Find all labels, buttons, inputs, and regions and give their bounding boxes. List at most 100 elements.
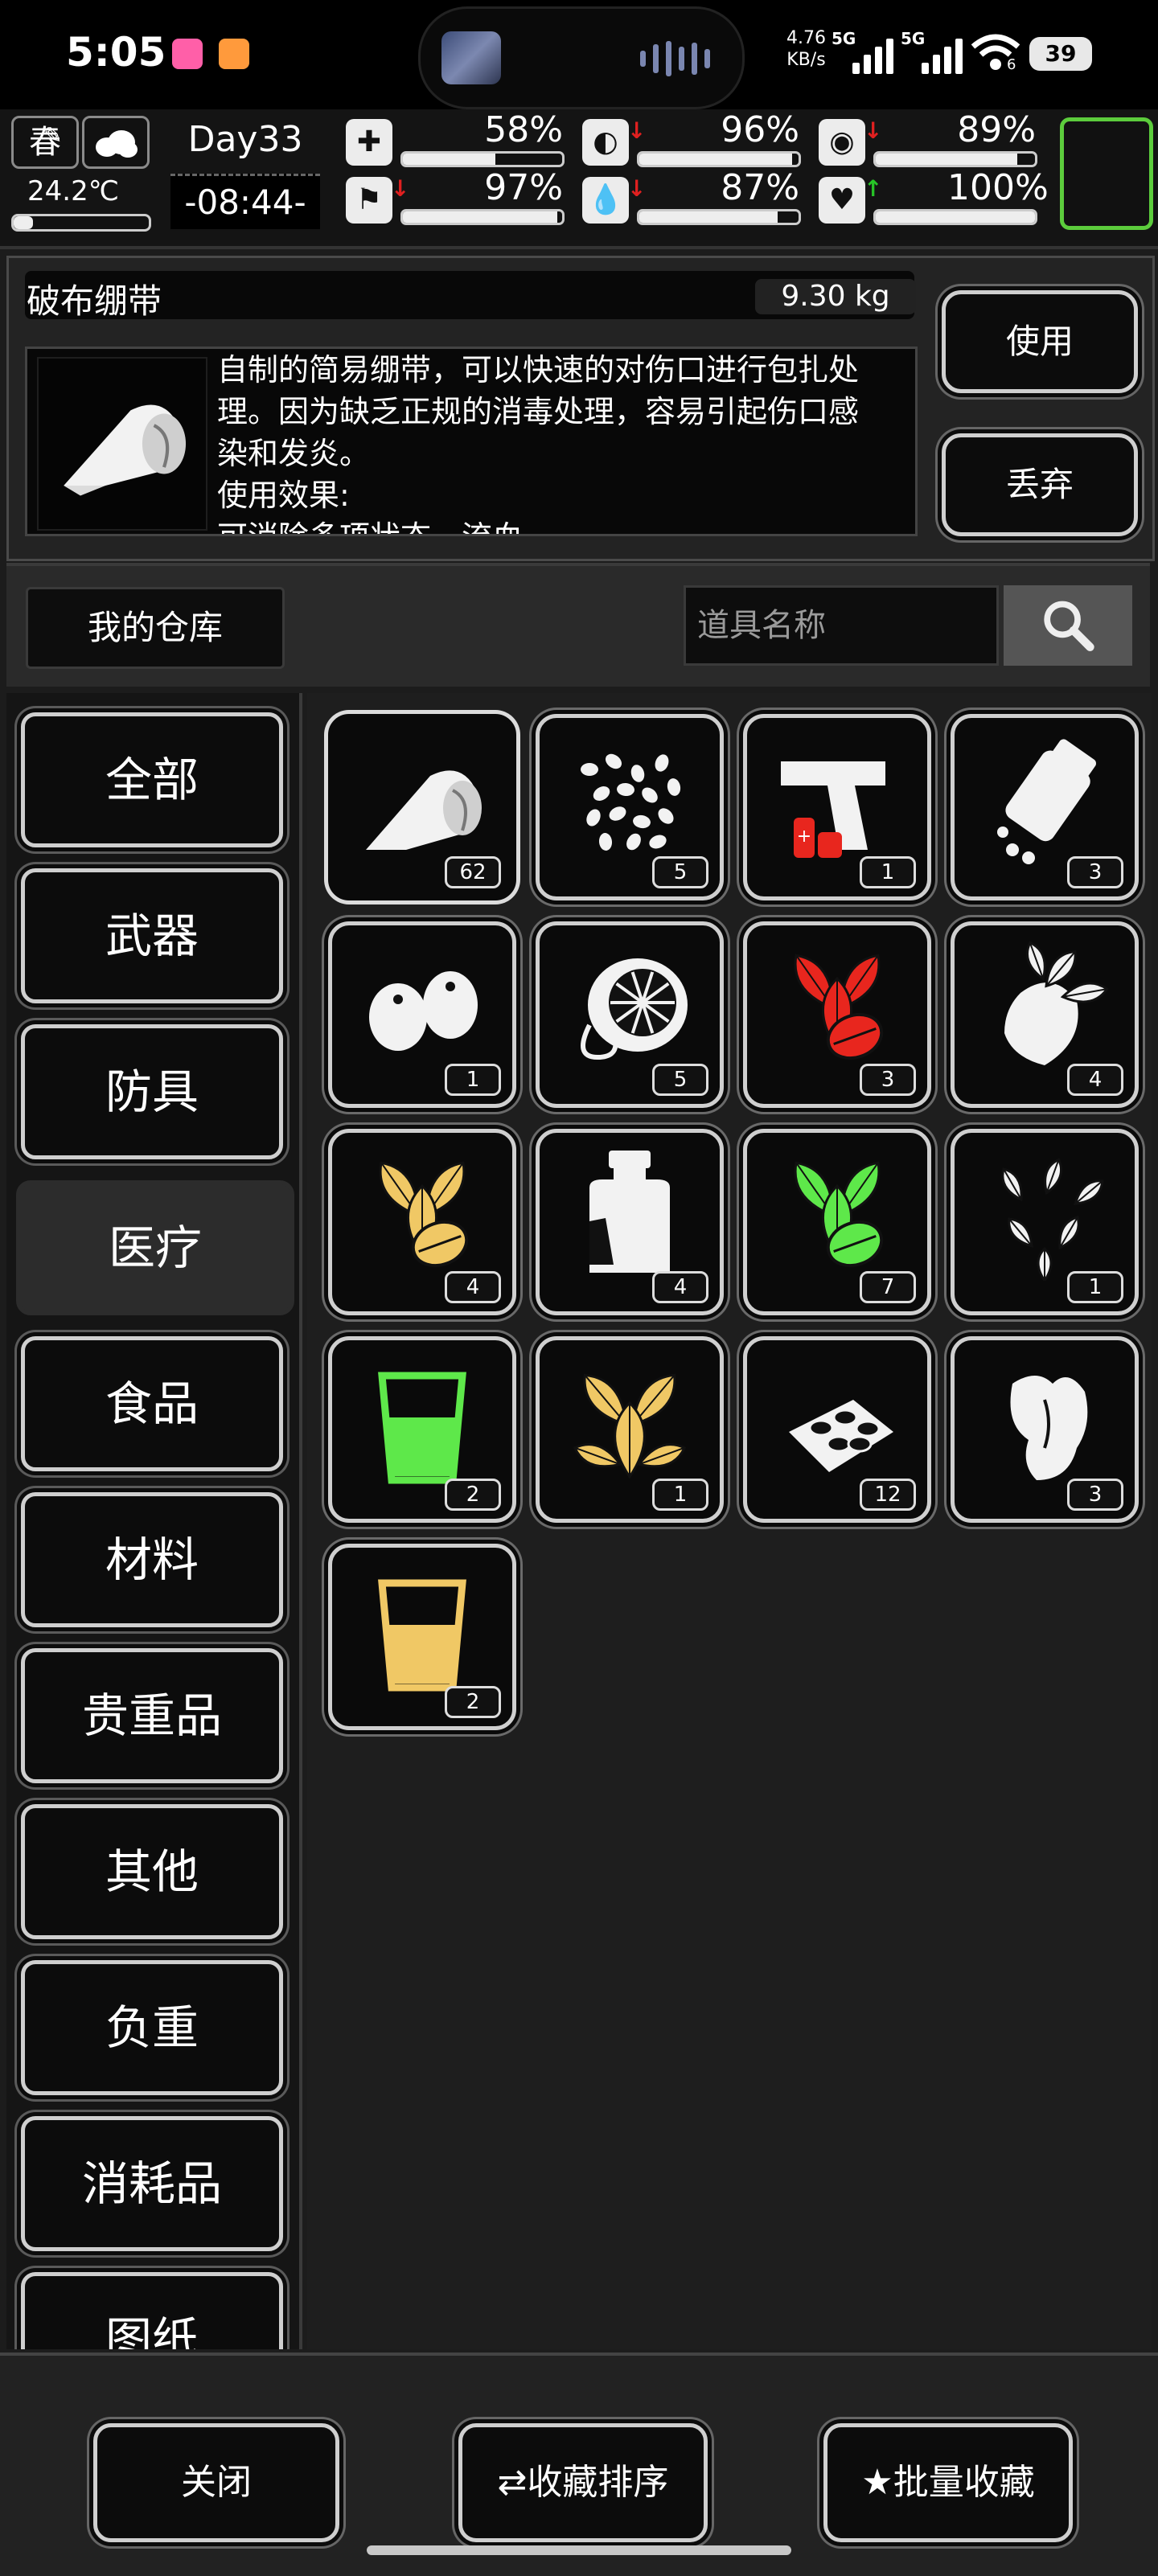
stat-bar	[400, 209, 565, 225]
svg-text:+: +	[797, 827, 811, 847]
item-slot[interactable]: 4	[951, 921, 1139, 1108]
home-indicator[interactable]	[367, 2545, 791, 2555]
nuts-icon	[350, 937, 495, 1073]
red-herb-icon	[765, 937, 910, 1073]
item-slot[interactable]: 1	[951, 1129, 1139, 1315]
item-count-badge: 4	[1067, 1064, 1123, 1096]
seeds-icon	[557, 729, 702, 866]
lemon-slice-icon	[557, 937, 702, 1073]
close-button[interactable]: 关闭	[93, 2423, 339, 2542]
health-icon: ✚	[346, 119, 392, 166]
category-button[interactable]: 材料	[21, 1492, 283, 1627]
search-button[interactable]	[1004, 585, 1132, 666]
category-button[interactable]: 其他	[21, 1804, 283, 1939]
category-button[interactable]: 图纸	[21, 2272, 283, 2349]
item-slot[interactable]: 3	[743, 921, 931, 1108]
heart-icon: ♥	[819, 177, 865, 224]
status-clock: 5:05	[66, 29, 166, 76]
item-count-badge: 4	[445, 1271, 501, 1303]
battery-indicator: 39	[1029, 37, 1092, 71]
category-button[interactable]: 消耗品	[21, 2116, 283, 2251]
stat-bar	[637, 209, 801, 225]
stat-bar	[873, 209, 1037, 225]
audio-wave-icon	[640, 41, 710, 76]
stat-percent: 89%	[947, 109, 1036, 150]
item-count-badge: 3	[1067, 856, 1123, 888]
item-name: 破布绷带	[27, 274, 162, 323]
weather-badge[interactable]	[82, 116, 150, 169]
bandage-icon	[350, 729, 495, 866]
use-button[interactable]: 使用	[942, 290, 1138, 393]
swap-arrows-icon: ⇄	[498, 2462, 528, 2503]
dynamic-island[interactable]	[418, 6, 745, 109]
down-arrow-icon: ↓	[864, 117, 882, 144]
description-line: 可消除多项状态，流血	[217, 516, 905, 536]
item-slot[interactable]: 4	[328, 1129, 516, 1315]
survival-hud: 春 ✎ 24.2℃ Day33 -08:44- ✚58%◐↓96%◉↓89%⚑↓…	[0, 109, 1158, 249]
herb-leaves-icon	[972, 1144, 1117, 1281]
item-slot[interactable]: 2	[328, 1544, 516, 1730]
feather-icon: ✎	[43, 122, 62, 149]
game-time: -08:44-	[170, 174, 320, 229]
sidebar-divider	[299, 693, 302, 2349]
sort-favorites-button[interactable]: ⇄收藏排序	[458, 2423, 708, 2542]
day-label: Day33	[170, 119, 320, 167]
category-button[interactable]: 武器	[21, 868, 283, 1003]
item-slot[interactable]: 4	[536, 1129, 724, 1315]
category-button[interactable]: 防具	[21, 1024, 283, 1159]
item-count-badge: 62	[445, 856, 501, 888]
category-button[interactable]: 食品	[21, 1336, 283, 1471]
down-arrow-icon: ↓	[627, 117, 646, 144]
item-slot[interactable]: 5	[536, 714, 724, 900]
my-warehouse-tab[interactable]: 我的仓库	[26, 587, 285, 669]
stat-bar	[400, 151, 565, 167]
item-description: 自制的简易绷带，可以快速的对伤口进行包扎处 理。因为缺乏正规的消毒处理，容易引起…	[217, 349, 905, 536]
item-slot[interactable]: 62	[328, 714, 516, 900]
category-button[interactable]: 负重	[21, 1960, 283, 2095]
down-arrow-icon: ↓	[391, 175, 409, 202]
category-button[interactable]: 贵重品	[21, 1648, 283, 1783]
batch-favorite-label: 批量收藏	[893, 2462, 1035, 2503]
item-search-input[interactable]	[684, 585, 999, 666]
close-button-label: 关闭	[181, 2462, 252, 2503]
bottom-action-bar: 关闭 ⇄收藏排序 ★批量收藏	[0, 2352, 1158, 2576]
stomach-icon: ◐	[582, 119, 629, 166]
item-slot[interactable]: 1	[328, 921, 516, 1108]
item-count-badge: 1	[860, 856, 916, 888]
item-count-badge: 5	[652, 1064, 708, 1096]
yellow-leaves-icon	[557, 1352, 702, 1488]
category-sidebar: 全部武器防具医疗食品材料贵重品其他负重消耗品图纸	[6, 693, 299, 2349]
item-slot[interactable]: 5	[536, 921, 724, 1108]
category-button[interactable]: 全部	[21, 712, 283, 847]
search-icon	[1028, 592, 1108, 661]
character-portrait[interactable]	[1060, 117, 1153, 230]
temperature-fill	[14, 216, 33, 229]
net-speed-value: 4.76	[786, 27, 826, 49]
item-slot[interactable]: 2	[328, 1336, 516, 1523]
media-thumbnail	[441, 31, 501, 84]
item-slot[interactable]: 3	[951, 1336, 1139, 1523]
stat-bar-fill	[403, 154, 495, 165]
item-count-badge: 1	[1067, 1271, 1123, 1303]
yellow-drink-icon	[350, 1559, 495, 1696]
batch-favorite-button[interactable]: ★批量收藏	[823, 2423, 1073, 2542]
stat-percent: 100%	[947, 167, 1036, 208]
item-count-badge: 7	[860, 1271, 916, 1303]
item-slot[interactable]: 3	[951, 714, 1139, 900]
item-count-badge: 3	[1067, 1479, 1123, 1511]
item-slot[interactable]: +1	[743, 714, 931, 900]
stat-percent: 97%	[474, 167, 563, 208]
stat-bar	[873, 151, 1037, 167]
item-slot[interactable]: 1	[536, 1336, 724, 1523]
green-drink-icon	[350, 1352, 495, 1488]
category-button[interactable]: 医疗	[16, 1180, 294, 1315]
discard-button[interactable]: 丢弃	[942, 433, 1138, 536]
item-slot[interactable]: 7	[743, 1129, 931, 1315]
temperature-label: 24.2℃	[27, 175, 119, 207]
item-slot[interactable]: 12	[743, 1336, 931, 1523]
green-herb-icon	[765, 1144, 910, 1281]
cloud-icon	[92, 128, 139, 158]
item-count-badge: 1	[445, 1064, 501, 1096]
down-arrow-icon: ↓	[627, 175, 646, 202]
water-icon: 💧	[582, 177, 629, 224]
